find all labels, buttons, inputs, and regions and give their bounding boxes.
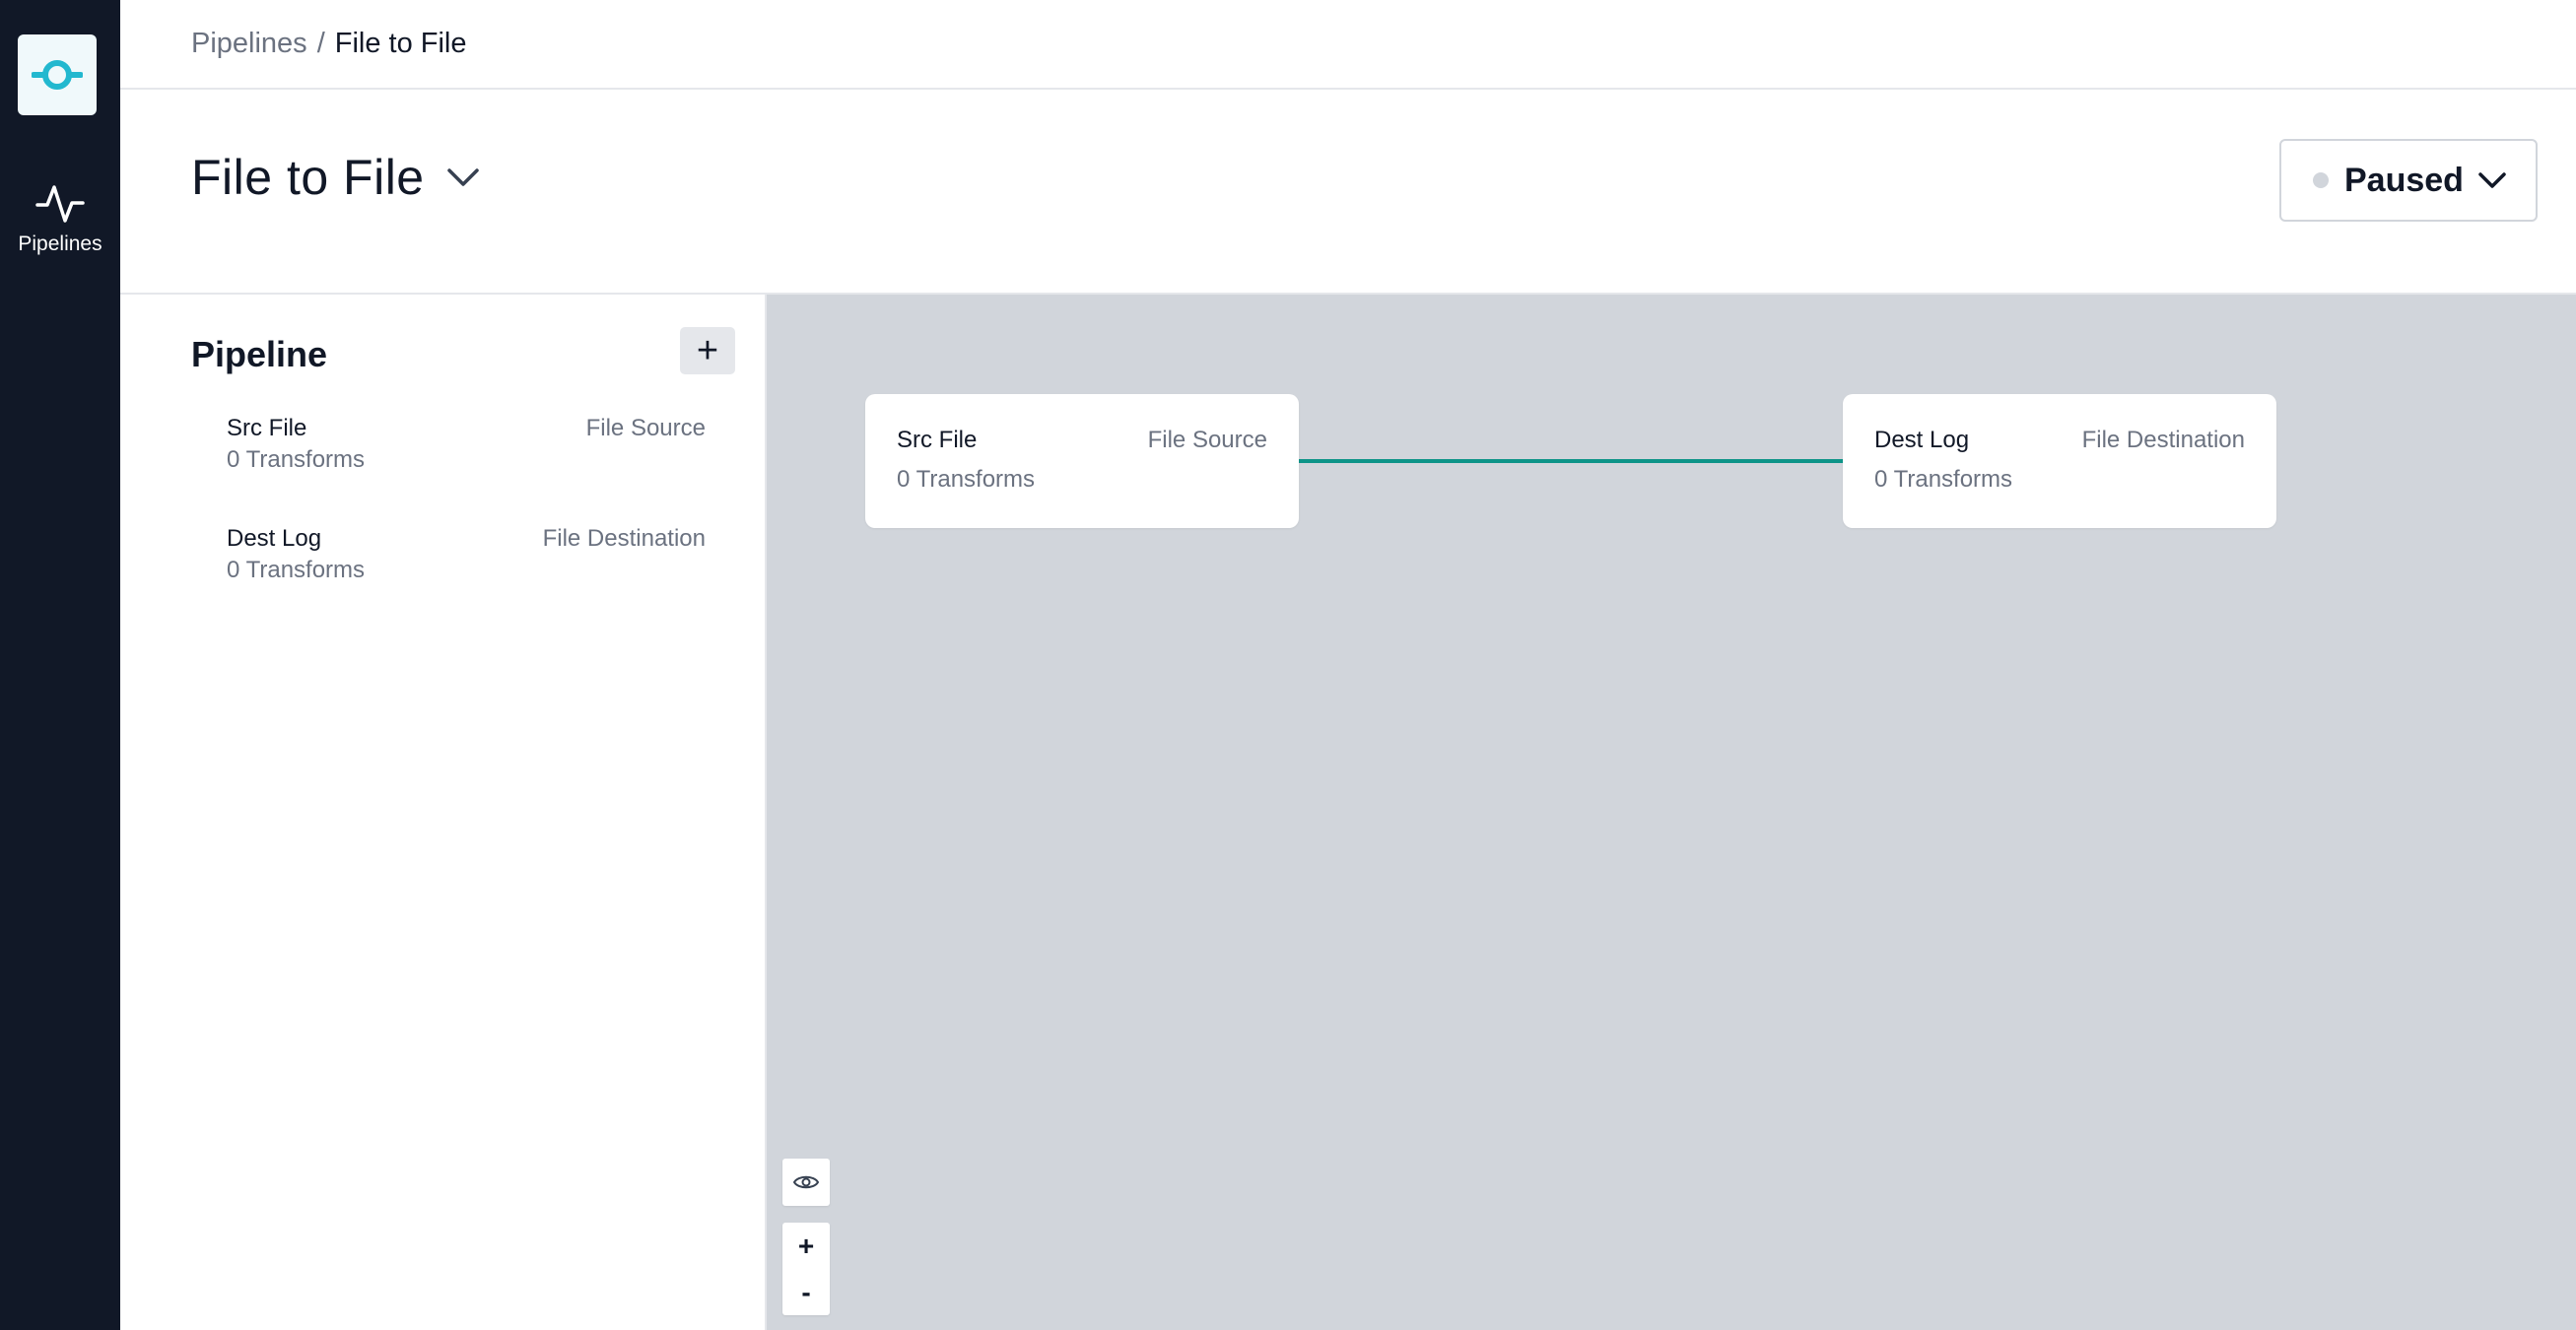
- pipeline-canvas[interactable]: Src File File Source 0 Transforms Dest L…: [767, 295, 2576, 1330]
- node-type: File Destination: [2081, 427, 2245, 453]
- list-item[interactable]: Src File File Source 0 Transforms: [227, 415, 706, 474]
- page-title: File to File: [191, 150, 425, 205]
- chevron-down-icon: [2478, 172, 2506, 188]
- breadcrumb-current: File to File: [334, 28, 467, 59]
- logo[interactable]: [18, 34, 97, 115]
- status-indicator-dot: [2313, 172, 2329, 188]
- component-name: Src File: [227, 415, 307, 441]
- pipeline-title-dropdown[interactable]: File to File: [191, 149, 480, 206]
- nav-item-pipelines[interactable]: Pipelines: [0, 179, 120, 256]
- node-type: File Source: [1147, 427, 1267, 453]
- node-name: Src File: [897, 427, 978, 453]
- component-type: File Source: [585, 415, 706, 441]
- page-header: File to File Paused: [120, 90, 2576, 295]
- logo-icon: [32, 60, 83, 90]
- chevron-down-icon: [446, 168, 479, 186]
- destination-node[interactable]: Dest Log File Destination 0 Transforms: [1843, 394, 2276, 528]
- status-label: Paused: [2344, 161, 2464, 199]
- node-transforms: 0 Transforms: [1874, 466, 2013, 493]
- component-type: File Destination: [542, 525, 706, 552]
- zoom-controls: + -: [782, 1223, 830, 1315]
- activity-pulse-icon: [35, 185, 85, 223]
- pipeline-edge: [1299, 459, 1844, 463]
- component-name: Dest Log: [227, 525, 322, 552]
- add-component-button[interactable]: +: [680, 327, 735, 374]
- nav-rail: Pipelines: [0, 0, 120, 1330]
- list-item[interactable]: Dest Log File Destination 0 Transforms: [227, 525, 706, 584]
- component-transforms: 0 Transforms: [227, 557, 366, 583]
- component-transforms: 0 Transforms: [227, 446, 366, 473]
- node-name: Dest Log: [1874, 427, 1970, 453]
- nav-item-label: Pipelines: [18, 233, 102, 255]
- breadcrumb-pipelines-link[interactable]: Pipelines: [191, 28, 307, 60]
- zoom-out-button[interactable]: -: [782, 1269, 830, 1315]
- breadcrumb: Pipelines / File to File: [120, 0, 2576, 90]
- node-transforms: 0 Transforms: [897, 466, 1036, 493]
- source-node[interactable]: Src File File Source 0 Transforms: [865, 394, 1299, 528]
- breadcrumb-separator: /: [316, 28, 325, 59]
- sidebar-title: Pipeline: [191, 334, 328, 374]
- toggle-visibility-button[interactable]: [782, 1159, 830, 1206]
- status-dropdown-button[interactable]: Paused: [2279, 139, 2538, 222]
- eye-icon: [792, 1175, 820, 1189]
- pipeline-sidebar: Pipeline + Src File File Source 0 Transf…: [120, 295, 767, 1330]
- zoom-in-button[interactable]: +: [782, 1223, 830, 1269]
